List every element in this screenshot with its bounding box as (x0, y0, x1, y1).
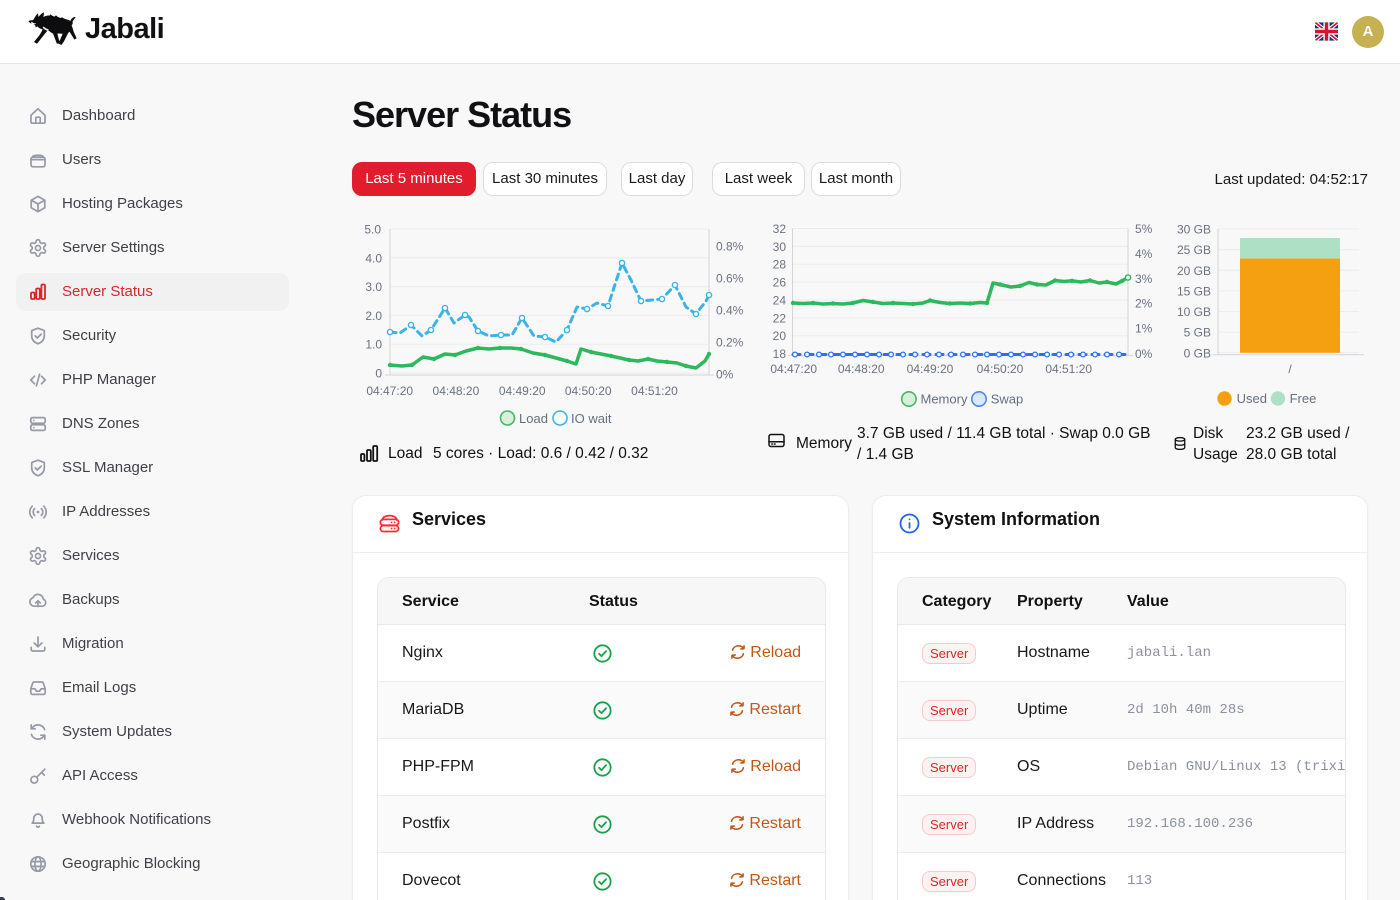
svg-text:0 GB: 0 GB (1184, 346, 1211, 360)
svg-text:Load: Load (519, 411, 548, 426)
svg-text:Used: Used (1237, 391, 1267, 406)
svg-text:15 GB: 15 GB (1177, 284, 1211, 298)
svg-text:04:47:20: 04:47:20 (366, 384, 413, 398)
svg-text:0.2%: 0.2% (716, 336, 744, 350)
svg-text:/: / (1288, 362, 1292, 376)
svg-text:30: 30 (773, 240, 787, 254)
svg-text:1.0: 1.0 (365, 338, 382, 352)
svg-text:2%: 2% (1135, 297, 1153, 311)
svg-text:26: 26 (773, 276, 787, 290)
svg-text:0.4%: 0.4% (716, 304, 744, 318)
svg-text:3%: 3% (1135, 272, 1153, 286)
svg-text:4.0: 4.0 (365, 251, 382, 265)
svg-text:Free: Free (1290, 391, 1317, 406)
svg-text:24: 24 (773, 293, 787, 307)
svg-text:20: 20 (773, 329, 787, 343)
svg-text:IO wait: IO wait (571, 411, 612, 426)
svg-text:0%: 0% (1135, 347, 1153, 361)
svg-text:04:51:20: 04:51:20 (1045, 362, 1092, 376)
svg-text:4%: 4% (1135, 247, 1153, 261)
svg-text:04:50:20: 04:50:20 (565, 384, 612, 398)
svg-text:5 GB: 5 GB (1184, 326, 1211, 340)
svg-text:28: 28 (773, 258, 787, 272)
svg-text:04:49:20: 04:49:20 (499, 384, 546, 398)
svg-text:0.6%: 0.6% (716, 272, 744, 286)
svg-text:04:48:20: 04:48:20 (433, 384, 480, 398)
svg-text:30 GB: 30 GB (1177, 223, 1211, 237)
svg-text:04:47:20: 04:47:20 (770, 362, 817, 376)
svg-text:22: 22 (773, 311, 787, 325)
svg-text:32: 32 (773, 222, 787, 236)
svg-text:2.0: 2.0 (365, 309, 382, 323)
svg-text:1%: 1% (1135, 322, 1153, 336)
svg-text:Memory: Memory (921, 392, 968, 407)
svg-text:04:51:20: 04:51:20 (631, 384, 678, 398)
svg-text:3.0: 3.0 (365, 280, 382, 294)
svg-text:20 GB: 20 GB (1177, 264, 1211, 278)
svg-text:0%: 0% (716, 368, 734, 382)
svg-text:18: 18 (773, 347, 787, 361)
svg-text:Swap: Swap (991, 392, 1024, 407)
svg-text:5.0: 5.0 (364, 223, 381, 237)
svg-text:10 GB: 10 GB (1177, 305, 1211, 319)
svg-text:25 GB: 25 GB (1177, 243, 1211, 257)
svg-text:0.8%: 0.8% (716, 240, 744, 254)
svg-text:5%: 5% (1135, 222, 1153, 236)
svg-text:04:48:20: 04:48:20 (838, 362, 885, 376)
svg-text:04:49:20: 04:49:20 (907, 362, 954, 376)
svg-text:0: 0 (375, 367, 382, 381)
svg-text:04:50:20: 04:50:20 (977, 362, 1024, 376)
